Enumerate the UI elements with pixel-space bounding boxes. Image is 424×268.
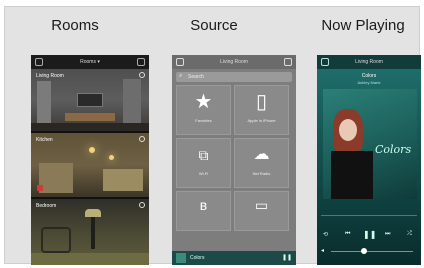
tv-image — [77, 93, 103, 107]
device-icon: ▭ — [254, 197, 269, 213]
track-title: Colors — [361, 73, 377, 79]
source-tile-input[interactable]: ⧉ Wi-Fi — [176, 138, 231, 188]
source-tile-net-radio[interactable]: ☁ Net Radio — [234, 138, 289, 188]
source-tile-iphone[interactable]: ▯ Apple in iPhone — [234, 85, 289, 135]
source-tile-bluetooth[interactable]: ʙ — [176, 191, 231, 231]
settings-icon[interactable] — [284, 58, 292, 66]
star-icon: ★ — [194, 91, 213, 113]
rooms-title: Rooms — [51, 17, 99, 34]
album-art: Colors — [323, 89, 417, 199]
pause-icon[interactable]: ❚❚ — [282, 254, 292, 261]
room-label: Living Room — [36, 73, 64, 79]
gear-icon[interactable] — [139, 136, 145, 142]
now-playing-header: Living Room — [355, 59, 383, 65]
next-icon[interactable]: ⏭ — [385, 231, 390, 238]
room-label: Kitchen — [36, 137, 53, 143]
source-topbar: Living Room — [172, 55, 296, 69]
menu-icon[interactable] — [35, 58, 43, 66]
mini-player-bar[interactable]: Colors ❚❚ — [172, 251, 296, 265]
input-icon: ⧉ — [198, 147, 209, 163]
now-playing-title: Now Playing — [321, 17, 405, 34]
rooms-phone-screen: Rooms ▾ Living Room Kitchen Bedroom — [31, 55, 149, 265]
home-icon[interactable] — [321, 58, 329, 66]
cloud-icon: ☁ — [253, 146, 270, 163]
home-icon[interactable] — [176, 58, 184, 66]
room-card-living[interactable]: Living Room — [31, 69, 149, 131]
source-header: Living Room — [220, 59, 248, 65]
volume-slider[interactable] — [331, 251, 413, 252]
rooms-header[interactable]: Rooms ▾ — [80, 59, 100, 65]
search-icon: ⌕ — [179, 73, 183, 79]
progress-track[interactable] — [321, 215, 417, 216]
source-tile-device[interactable]: ▭ — [234, 191, 289, 231]
gear-icon[interactable] — [139, 72, 145, 78]
search-bar[interactable]: ⌕ Search — [176, 72, 292, 82]
album-thumbnail — [176, 253, 186, 263]
repeat-icon[interactable]: ⟲ — [323, 231, 328, 238]
track-artist: Ashley Marie — [357, 80, 381, 85]
now-playing-topbar: Living Room — [317, 55, 421, 69]
source-tile-favorites[interactable]: ★ Favorites — [176, 85, 231, 135]
pause-icon[interactable]: ❚❚ — [363, 230, 376, 239]
room-card-bedroom[interactable]: Bedroom — [31, 199, 149, 265]
settings-icon[interactable] — [137, 58, 145, 66]
bluetooth-icon: ʙ — [199, 197, 208, 213]
source-title: Source — [190, 17, 238, 34]
now-playing-phone-screen: Living Room Colors Ashley Marie Colors ⟲… — [317, 55, 421, 265]
rooms-topbar: Rooms ▾ — [31, 55, 149, 69]
previous-icon[interactable]: ⏮ — [345, 231, 350, 238]
room-label: Bedroom — [36, 203, 57, 209]
volume-icon: ◂ — [321, 248, 325, 254]
shuffle-icon[interactable]: ⤮ — [407, 231, 412, 238]
album-text: Colors — [375, 143, 412, 156]
room-card-kitchen[interactable]: Kitchen — [31, 133, 149, 197]
mini-player-title: Colors — [190, 255, 205, 261]
volume-knob[interactable] — [361, 248, 367, 254]
source-phone-screen: Living Room ⌕ Search ★ Favorites ▯ Apple… — [172, 55, 296, 265]
gear-icon[interactable] — [139, 202, 145, 208]
phone-icon: ▯ — [255, 91, 267, 113]
product-panel: Rooms Source Now Playing Rooms ▾ Living … — [4, 6, 421, 265]
search-placeholder: Search — [188, 74, 204, 80]
